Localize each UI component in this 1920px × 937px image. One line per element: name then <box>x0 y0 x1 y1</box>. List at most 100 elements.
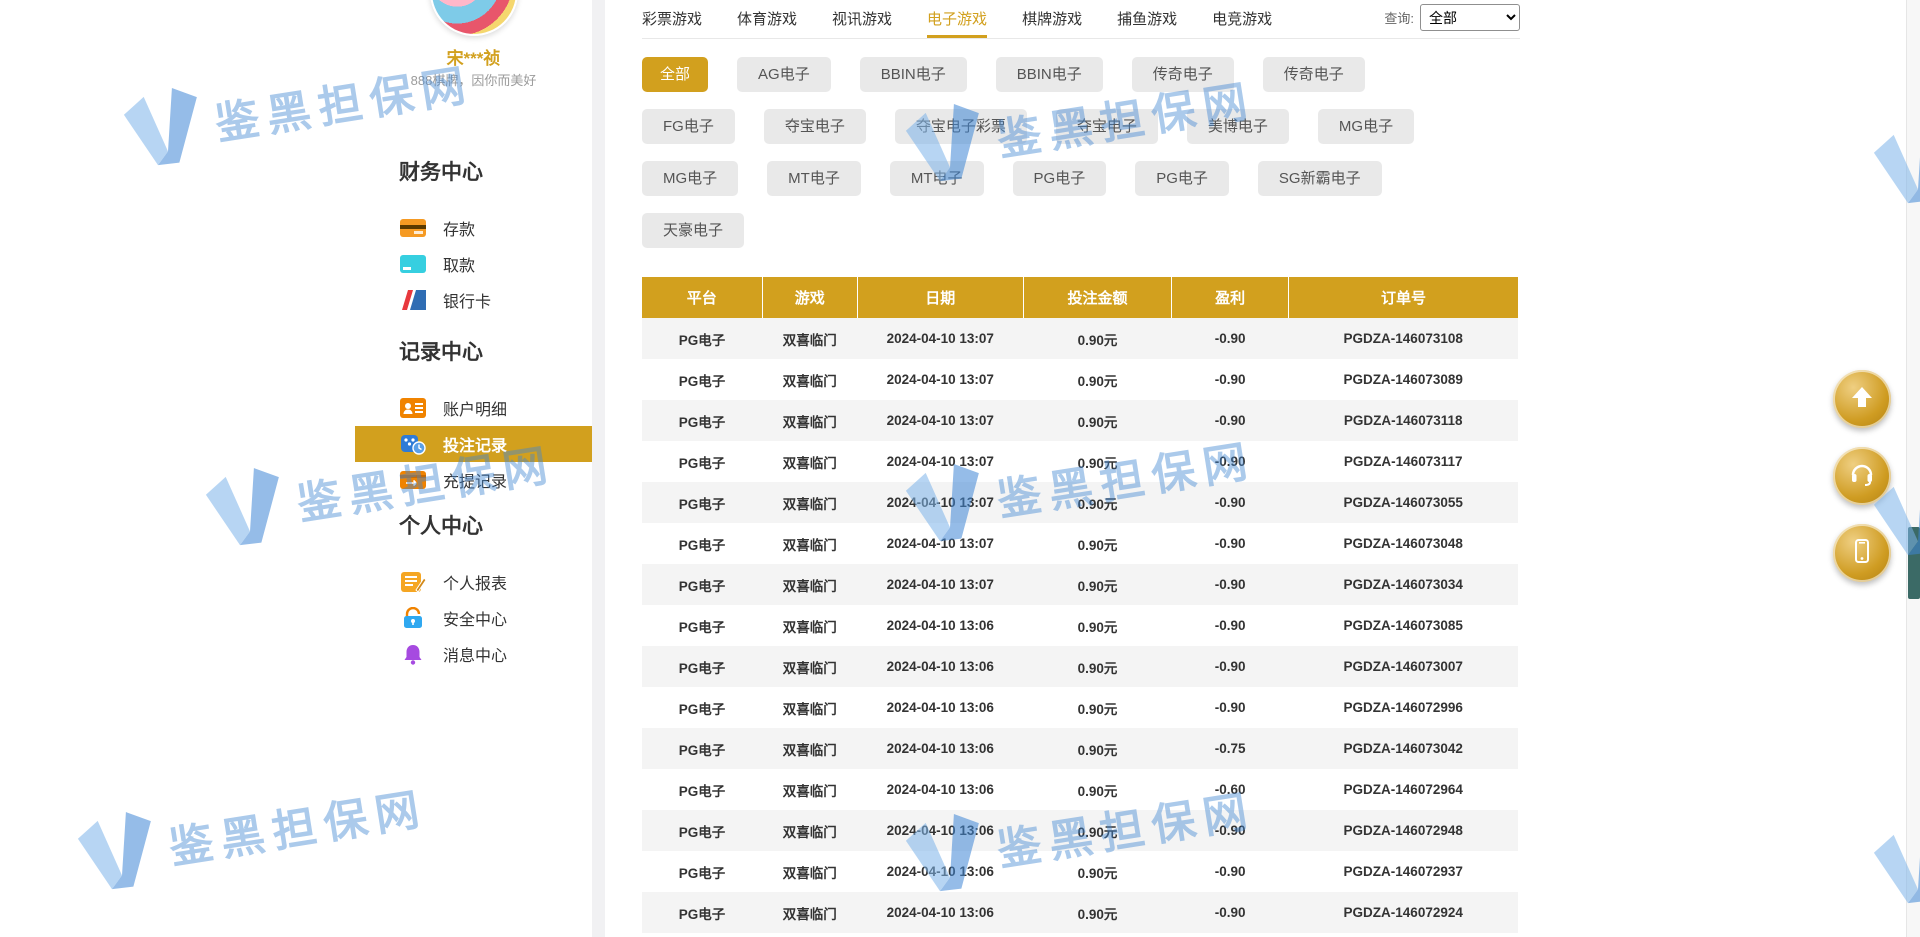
sidebar-item-label: 取款 <box>443 252 475 276</box>
column-header: 平台 <box>642 277 762 318</box>
platform-cell: PG电子 <box>642 605 762 646</box>
game-cell: 双喜临门 <box>762 769 857 810</box>
filter-button[interactable]: 传奇电子 <box>1263 57 1365 92</box>
bet-records-table: 平台游戏日期投注金额盈利订单号 PG电子双喜临门2024-04-10 13:07… <box>642 277 1518 933</box>
game-category-tabs: 彩票游戏 体育游戏 视讯游戏 电子游戏 棋牌游戏 捕鱼游戏 电竞游戏 查询: 全部 <box>642 0 1520 39</box>
nav-tab-7[interactable]: 电竞游戏 <box>1212 8 1272 38</box>
back-to-top-button[interactable] <box>1833 370 1891 428</box>
amount-cell: 0.90元 <box>1023 318 1172 359</box>
sidebar-item-label: 充提记录 <box>443 468 507 492</box>
filter-button[interactable]: 美博电子 <box>1187 109 1289 144</box>
page-scrollbar[interactable] <box>1906 0 1920 937</box>
query-box: 查询: 全部 <box>1384 4 1520 31</box>
game-cell: 双喜临门 <box>762 400 857 441</box>
date-cell: 2024-04-10 13:06 <box>857 851 1023 892</box>
sidebar-item[interactable]: 账户明细 <box>355 390 592 426</box>
filter-button[interactable]: BBIN电子 <box>996 57 1103 92</box>
profit-cell: -0.90 <box>1172 605 1289 646</box>
sidebar-item[interactable]: 个人报表 <box>355 564 592 600</box>
date-cell: 2024-04-10 13:07 <box>857 564 1023 605</box>
sidebar-item[interactable]: 投注记录 <box>355 426 592 462</box>
filter-button[interactable]: MT电子 <box>767 161 861 196</box>
filter-row-2: FG电子夺宝电子夺宝电子彩票夺宝电子美博电子MG电子 <box>642 109 1520 144</box>
filter-button[interactable]: 夺宝电子 <box>1056 109 1158 144</box>
nav-tab-4[interactable]: 电子游戏 <box>927 8 987 38</box>
sidebar-item[interactable]: 取款 <box>355 246 592 282</box>
filter-button[interactable]: SG新霸电子 <box>1258 161 1382 196</box>
profit-cell: -0.90 <box>1172 687 1289 728</box>
nav-tab-1[interactable]: 彩票游戏 <box>642 8 702 38</box>
platform-cell: PG电子 <box>642 359 762 400</box>
table-row: PG电子双喜临门2024-04-10 13:060.90元-0.90PGDZA-… <box>642 646 1518 687</box>
order-number-cell: PGDZA-146073055 <box>1288 482 1518 523</box>
date-cell: 2024-04-10 13:06 <box>857 769 1023 810</box>
filter-button[interactable]: PG电子 <box>1013 161 1107 196</box>
platform-cell: PG电子 <box>642 769 762 810</box>
sidebar-item[interactable]: 存款 <box>355 210 592 246</box>
sidebar-item-label: 投注记录 <box>443 432 507 456</box>
nav-tab-3[interactable]: 视讯游戏 <box>832 8 892 38</box>
bet-record-icon <box>399 433 427 455</box>
amount-cell: 0.90元 <box>1023 769 1172 810</box>
nav-tab-2[interactable]: 体育游戏 <box>737 8 797 38</box>
filter-button[interactable]: MT电子 <box>890 161 984 196</box>
sidebar: 宋***祯 888棋牌，因你而美好 财务中心存款取款银行卡 记录中心账户明细投注… <box>355 0 592 937</box>
platform-cell: PG电子 <box>642 400 762 441</box>
game-cell: 双喜临门 <box>762 892 857 933</box>
filter-button[interactable]: FG电子 <box>642 109 735 144</box>
nav-tab-6[interactable]: 捕鱼游戏 <box>1117 8 1177 38</box>
table-row: PG电子双喜临门2024-04-10 13:070.90元-0.90PGDZA-… <box>642 564 1518 605</box>
user-tagline: 888棋牌，因你而美好 <box>355 70 592 89</box>
order-number-cell: PGDZA-146073007 <box>1288 646 1518 687</box>
filter-row-3: MG电子 MT电子 MT电子 PG电子 PG电子 SG新霸电子 <box>642 161 1520 196</box>
headset-icon <box>1849 461 1875 492</box>
filter-button[interactable]: 传奇电子 <box>1132 57 1234 92</box>
order-number-cell: PGDZA-146073108 <box>1288 318 1518 359</box>
sidebar-item[interactable]: 消息中心 <box>355 636 592 672</box>
filter-button[interactable]: 全部 <box>642 57 708 92</box>
table-row: PG电子双喜临门2024-04-10 13:060.90元-0.75PGDZA-… <box>642 728 1518 769</box>
filter-button[interactable]: PG电子 <box>1135 161 1229 196</box>
scrollbar-thumb[interactable] <box>1908 527 1920 599</box>
profit-cell: -0.90 <box>1172 482 1289 523</box>
sidebar-item-label: 个人报表 <box>443 570 507 594</box>
sidebar-item[interactable]: 安全中心 <box>355 600 592 636</box>
sidebar-item-label: 消息中心 <box>443 642 507 666</box>
amount-cell: 0.90元 <box>1023 687 1172 728</box>
filter-button[interactable]: 夺宝电子彩票 <box>895 109 1027 144</box>
order-number-cell: PGDZA-146072924 <box>1288 892 1518 933</box>
profit-cell: -0.90 <box>1172 400 1289 441</box>
amount-cell: 0.90元 <box>1023 482 1172 523</box>
section-title: 财务中心 <box>355 156 592 186</box>
filter-button[interactable]: MG电子 <box>642 161 738 196</box>
mobile-app-button[interactable] <box>1833 524 1891 582</box>
profit-cell: -0.90 <box>1172 318 1289 359</box>
platform-cell: PG电子 <box>642 646 762 687</box>
withdraw-card-icon <box>399 253 427 275</box>
filter-button[interactable]: 夺宝电子 <box>764 109 866 144</box>
game-cell: 双喜临门 <box>762 523 857 564</box>
filter-button[interactable]: BBIN电子 <box>860 57 967 92</box>
sidebar-section-personal: 个人中心个人报表安全中心消息中心 <box>355 510 592 672</box>
main-content: 彩票游戏体育游戏视讯游戏电子游戏棋牌游戏捕鱼游戏电竞游戏 查询: 全部 全部AG… <box>642 0 1520 39</box>
filter-button[interactable]: 天豪电子 <box>642 213 744 248</box>
amount-cell: 0.90元 <box>1023 564 1172 605</box>
customer-service-button[interactable] <box>1833 447 1891 505</box>
filter-button[interactable]: MG电子 <box>1318 109 1414 144</box>
sidebar-item-label: 账户明细 <box>443 396 507 420</box>
game-cell: 双喜临门 <box>762 605 857 646</box>
profit-cell: -0.90 <box>1172 851 1289 892</box>
sidebar-item[interactable]: 充提记录 <box>355 462 592 498</box>
watermark-shield-icon <box>67 801 166 904</box>
query-select[interactable]: 全部 <box>1420 4 1520 31</box>
table-row: PG电子双喜临门2024-04-10 13:070.90元-0.90PGDZA-… <box>642 441 1518 482</box>
sidebar-item[interactable]: 银行卡 <box>355 282 592 318</box>
table-row: PG电子双喜临门2024-04-10 13:060.90元-0.90PGDZA-… <box>642 687 1518 728</box>
filter-row-4: 天豪电子 <box>642 213 1520 248</box>
column-header: 日期 <box>857 277 1023 318</box>
nav-tab-5[interactable]: 棋牌游戏 <box>1022 8 1082 38</box>
user-avatar[interactable] <box>430 0 518 36</box>
order-number-cell: PGDZA-146073034 <box>1288 564 1518 605</box>
deposit-card-icon <box>399 217 427 239</box>
filter-button[interactable]: AG电子 <box>737 57 831 92</box>
